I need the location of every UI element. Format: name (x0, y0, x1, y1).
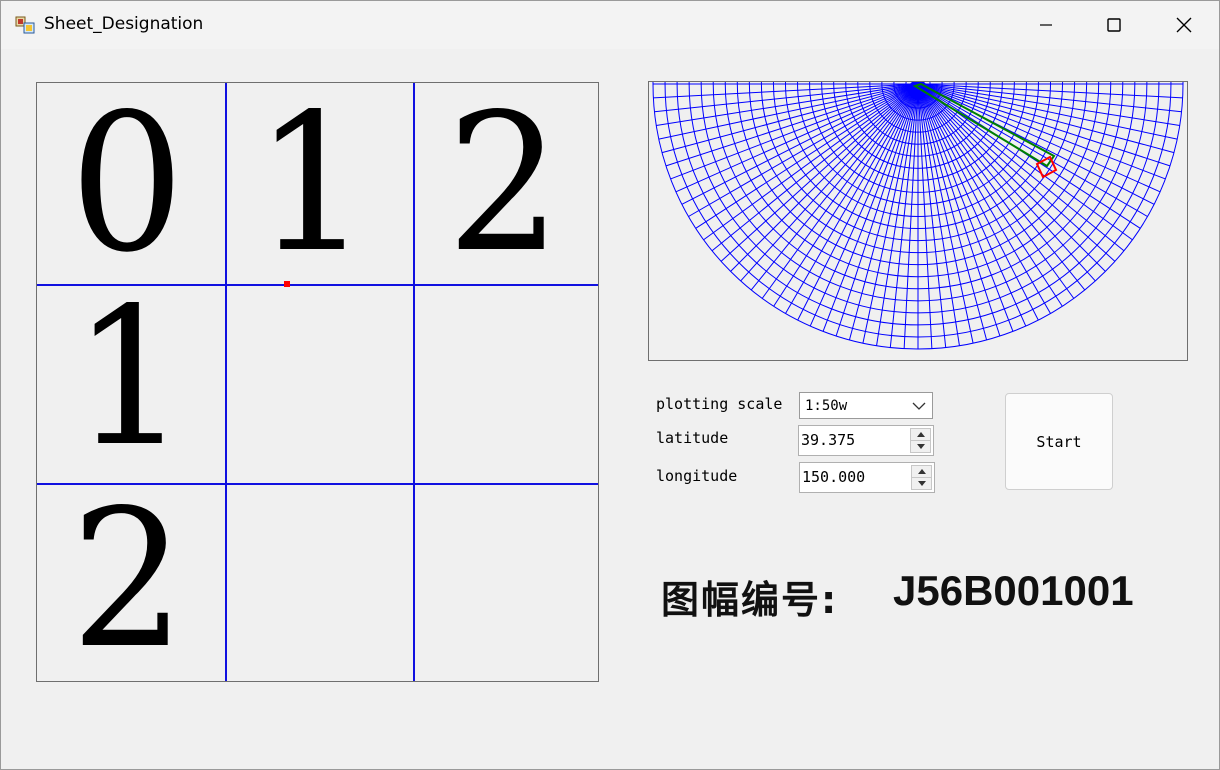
meridian-line (917, 83, 1001, 337)
latitude-value: 39.375 (801, 431, 856, 449)
meridian-line (917, 83, 974, 344)
meridian-line (917, 83, 1182, 113)
longitude-label: longitude (656, 467, 738, 485)
projection-panel (648, 81, 1188, 361)
latitude-up-button[interactable] (911, 429, 930, 441)
app-window: Sheet_Designation 0 1 2 1 2 plotting sca… (0, 0, 1220, 770)
meridian-line (654, 83, 919, 113)
latitude-input[interactable]: 39.375 (798, 425, 934, 456)
scale-value: 1:50w (805, 398, 848, 414)
meridian-line (917, 83, 1161, 193)
column-label-0: 0 (69, 73, 185, 294)
meridian-line (917, 83, 1171, 167)
scale-label: plotting scale (656, 395, 783, 413)
position-marker (284, 281, 290, 287)
maximize-button[interactable] (1079, 1, 1149, 49)
column-label-2: 2 (446, 73, 562, 294)
row-label-2: 2 (70, 469, 186, 690)
sheet-number-value: J56B001001 (893, 567, 1134, 614)
scale-dropdown[interactable]: 1:50w (799, 392, 933, 419)
polar-projection-graphic (652, 82, 1184, 350)
longitude-input[interactable]: 150.000 (799, 462, 935, 493)
longitude-value: 150.000 (802, 468, 866, 486)
start-button[interactable]: Start (1005, 393, 1113, 490)
latitude-stepper[interactable] (910, 428, 931, 453)
latitude-down-button[interactable] (911, 441, 930, 452)
meridian-line (785, 83, 919, 314)
maximize-icon (1107, 18, 1121, 32)
meridian-line (730, 83, 919, 272)
title-bar[interactable]: Sheet_Designation (1, 1, 1219, 49)
sheet-grid-panel: 0 1 2 1 2 (36, 82, 599, 682)
row-label-1: 1 (72, 267, 188, 488)
grid-vline-2 (413, 83, 415, 681)
meridian-line (809, 83, 919, 327)
app-icon (15, 16, 35, 34)
minimize-button[interactable] (1011, 1, 1081, 49)
meridian-line (917, 83, 1106, 272)
meridian-line (862, 83, 919, 344)
longitude-down-button[interactable] (912, 478, 931, 489)
meridian-line (658, 83, 919, 140)
arrow-up-icon (916, 432, 925, 437)
grid-vline-1 (225, 83, 227, 681)
meridian-line (665, 83, 919, 167)
arrow-down-icon (917, 481, 926, 486)
minimize-icon (1040, 24, 1052, 26)
longitude-up-button[interactable] (912, 466, 931, 478)
sheet-number-label: 图幅编号: (661, 578, 839, 622)
close-icon (1176, 17, 1192, 33)
window-title: Sheet_Designation (44, 14, 204, 34)
meridian-line (675, 83, 919, 193)
arrow-up-icon (917, 469, 926, 474)
meridian-line (889, 83, 919, 348)
meridian-line (917, 83, 1148, 217)
arrow-down-icon (916, 444, 925, 449)
chevron-down-icon (912, 402, 926, 410)
latitude-label: latitude (656, 429, 729, 447)
meridian-line (835, 83, 919, 337)
column-label-1: 1 (254, 73, 370, 294)
longitude-stepper[interactable] (911, 465, 932, 490)
meridian-line (917, 83, 947, 348)
close-button[interactable] (1149, 1, 1219, 49)
meridian-line (688, 83, 919, 217)
